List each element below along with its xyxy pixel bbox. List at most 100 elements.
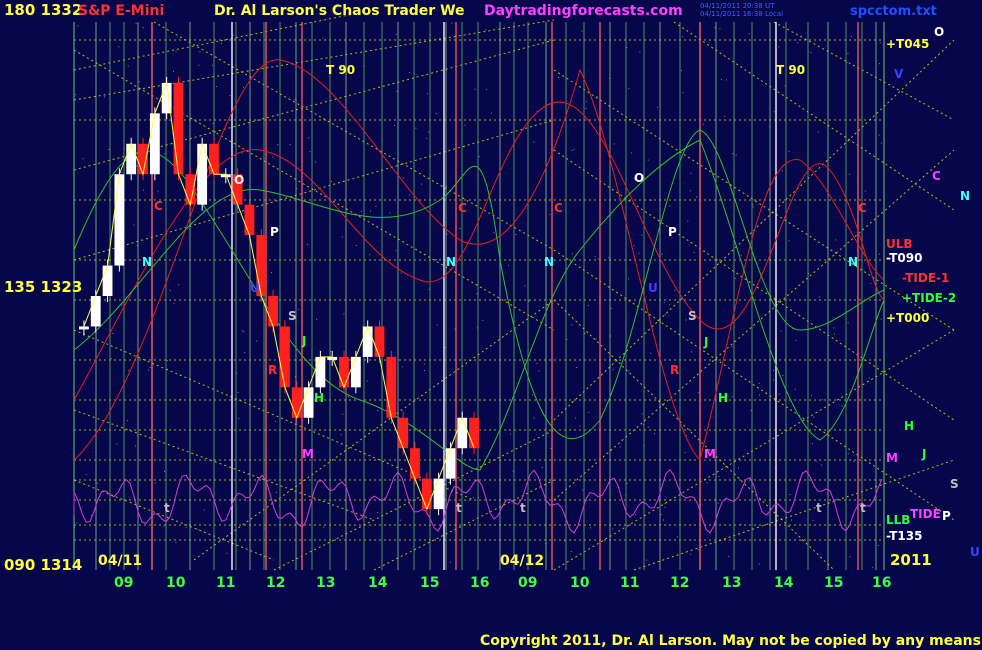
star [238, 418, 240, 420]
in-chart-label: T 90 [326, 63, 355, 77]
star [789, 494, 791, 495]
star [880, 142, 882, 144]
in-chart-label: S [288, 309, 297, 323]
star [104, 96, 105, 98]
star [773, 111, 775, 113]
candle-body [280, 326, 290, 388]
star [660, 514, 662, 516]
star [834, 333, 835, 335]
x-tick-label: 15 [824, 575, 843, 591]
right-label: TIDE [910, 507, 941, 521]
x-tick-label: 14 [368, 575, 388, 591]
star [110, 358, 112, 360]
star [395, 250, 397, 252]
star [148, 369, 150, 371]
star [596, 96, 598, 98]
star [612, 528, 614, 530]
right-label: H [904, 419, 914, 433]
star [821, 399, 823, 401]
star [242, 330, 243, 332]
star [732, 153, 734, 155]
star [758, 382, 760, 384]
in-chart-label: H [314, 391, 324, 405]
candle-body [90, 296, 101, 327]
candle-body [386, 356, 397, 418]
star [817, 131, 819, 133]
in-chart-label: N [848, 255, 858, 269]
x-tick-label: 10 [166, 575, 186, 591]
candle-body [173, 82, 184, 175]
star [116, 443, 118, 445]
in-chart-label: H [718, 391, 728, 405]
star [415, 127, 417, 129]
star [483, 399, 484, 401]
star [738, 467, 739, 469]
star [664, 503, 666, 505]
star [396, 90, 398, 92]
star [289, 144, 291, 146]
star [478, 156, 480, 158]
star [510, 433, 511, 435]
star [573, 148, 575, 150]
in-chart-label: O [634, 171, 644, 185]
star [571, 324, 573, 326]
right-label: LLB [886, 513, 910, 527]
website-label[interactable]: Daytradingforecasts.com [484, 3, 683, 19]
star [77, 25, 79, 27]
star [316, 318, 318, 320]
star [654, 433, 655, 435]
star [298, 308, 299, 310]
star [864, 190, 866, 192]
star [133, 224, 135, 226]
star [173, 70, 174, 72]
star [571, 149, 573, 151]
star [491, 112, 492, 114]
star [731, 396, 733, 398]
star [626, 483, 628, 484]
star [693, 251, 695, 253]
star [485, 29, 487, 31]
in-chart-label: t [860, 501, 866, 515]
star [635, 514, 637, 515]
star [663, 301, 665, 303]
star [199, 51, 201, 53]
star [533, 141, 535, 143]
star [136, 165, 138, 167]
candle-body [149, 113, 160, 175]
star [735, 154, 737, 156]
chaos-trader-chart: T 90 T 90NCPOUSRJHMtNCNCOPUSJRHMt tNCt t 18… [0, 0, 982, 650]
star [341, 236, 343, 238]
star [229, 95, 231, 97]
star [366, 380, 368, 382]
star [872, 566, 874, 568]
star [100, 116, 102, 118]
star [428, 131, 430, 133]
star [112, 333, 114, 334]
candle-body [350, 356, 361, 388]
filename-label: spcctom.txt [850, 4, 937, 19]
star [850, 35, 852, 37]
star [558, 76, 559, 78]
date-label-0411: 04/11 [98, 553, 142, 569]
in-chart-label: t [816, 501, 822, 515]
star [788, 150, 790, 152]
star [586, 500, 588, 501]
star [703, 123, 704, 125]
candle-body [445, 448, 456, 479]
star [576, 367, 578, 368]
star [778, 393, 780, 395]
star [612, 368, 614, 370]
right-label: P [942, 509, 951, 523]
star [127, 65, 129, 67]
in-chart-label: t [456, 501, 462, 515]
star [322, 37, 324, 39]
star [212, 64, 214, 66]
x-tick-label: 09 [518, 575, 537, 591]
star [870, 283, 872, 285]
star [878, 134, 880, 136]
star [697, 392, 699, 394]
star [788, 240, 790, 242]
star [135, 22, 137, 24]
star [767, 514, 769, 516]
star [791, 519, 792, 521]
